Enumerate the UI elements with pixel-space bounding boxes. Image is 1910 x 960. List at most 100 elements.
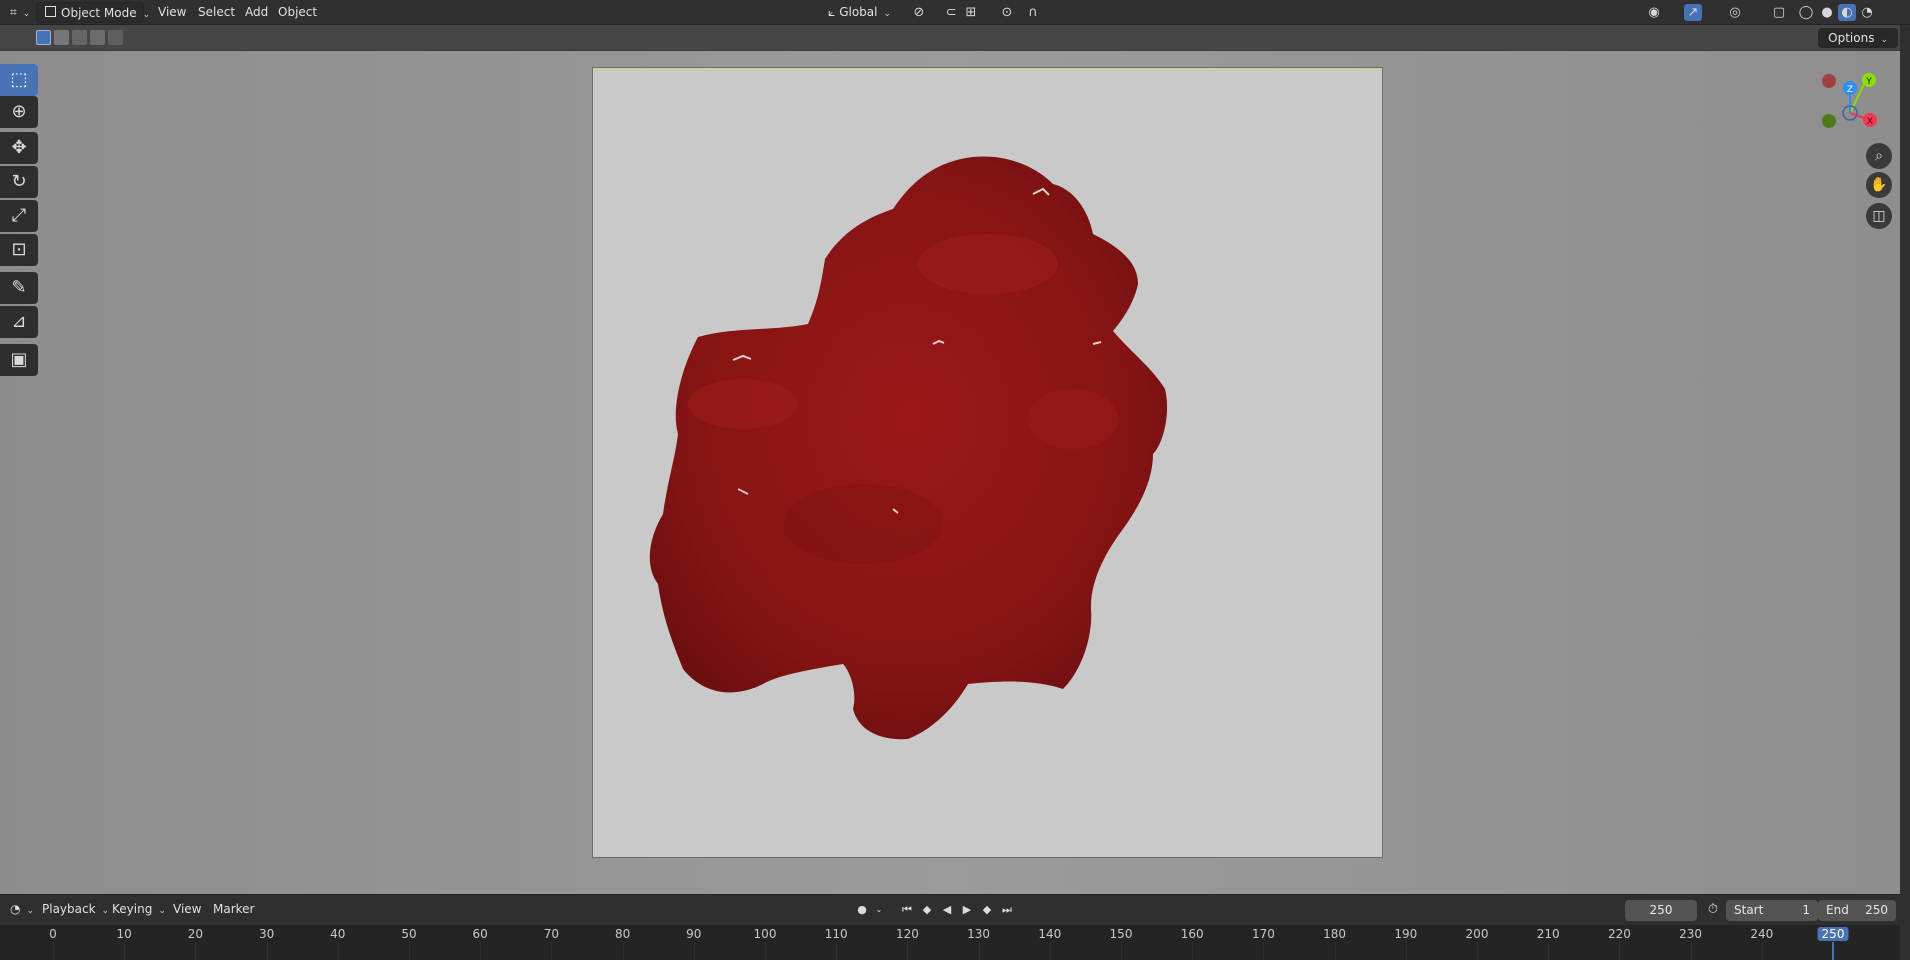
timeline-tick-label: 90: [686, 927, 702, 941]
keying-label: Keying: [112, 902, 153, 916]
y-axis-label: Y: [1865, 77, 1872, 87]
menu-marker[interactable]: Marker: [205, 899, 262, 920]
timeline-tick-label: 10: [116, 927, 132, 941]
snap-icon[interactable]: ⊂: [942, 4, 960, 21]
timeline-tick-label: 160: [1180, 927, 1204, 941]
annotate-icon[interactable]: ✎: [0, 272, 38, 304]
move-icon[interactable]: ✥: [0, 132, 38, 164]
options-label: Options: [1828, 31, 1875, 45]
playhead-line[interactable]: [1832, 942, 1834, 960]
pan-hand-icon[interactable]: ✋: [1866, 172, 1892, 198]
timeline-tick-line: [1334, 942, 1336, 960]
visibility-icon[interactable]: ◉: [1645, 4, 1663, 21]
menu-keying[interactable]: Keying ⌄: [104, 899, 174, 920]
select-subtract-icon[interactable]: [72, 30, 87, 45]
camera-frame: [593, 68, 1382, 857]
jump-end-icon[interactable]: ⏭: [998, 901, 1016, 919]
chevron-down-icon: ⌄: [142, 10, 151, 20]
rotate-icon[interactable]: ↻: [0, 166, 38, 198]
red-blob-object[interactable]: [593, 69, 1382, 858]
select-box-icon[interactable]: ⬚: [0, 64, 38, 96]
timeline-tick-line: [53, 942, 54, 960]
prev-keyframe-icon[interactable]: ◆: [918, 901, 936, 919]
rendered-shading-icon[interactable]: ◔: [1858, 4, 1876, 21]
timeline-tick-line: [409, 942, 410, 960]
playhead-marker[interactable]: 250: [1817, 927, 1849, 941]
transform-icon[interactable]: ⊡: [0, 234, 38, 266]
menu-timeline-view[interactable]: View: [165, 899, 209, 920]
options-button[interactable]: Options ⌄: [1818, 28, 1898, 48]
timeline-tick-line: [337, 942, 339, 960]
timeline-tick-line: [765, 942, 766, 960]
auto-keying-icon[interactable]: ●: [853, 901, 871, 919]
timeline-tick-label: 170: [1251, 927, 1275, 941]
chevron-down-icon[interactable]: ⌄: [870, 901, 888, 919]
scale-icon[interactable]: ⤢: [0, 200, 38, 232]
start-frame-field[interactable]: Start 1: [1726, 900, 1818, 921]
snap-target-icon[interactable]: ⊞: [962, 4, 980, 21]
timeline-tick-line: [1690, 942, 1692, 960]
editor-type-button[interactable]: ⌗ ⌄: [2, 2, 38, 23]
jump-start-icon[interactable]: ⏮: [898, 901, 916, 919]
timeline-tick-line: [978, 942, 980, 960]
timeline-tick-line: [1761, 942, 1763, 960]
timeline-tick-label: 180: [1323, 927, 1347, 941]
timeline-tick-label: 240: [1750, 927, 1774, 941]
camera-view-icon[interactable]: ◫: [1866, 203, 1892, 229]
select-extend-icon[interactable]: [54, 30, 69, 45]
menu-select[interactable]: Select: [190, 2, 243, 23]
timeline-tick-label: 60: [472, 927, 488, 941]
overlays-icon[interactable]: ◎: [1726, 4, 1744, 21]
mode-label: Object Mode: [61, 6, 137, 20]
timeline-tick-label: 210: [1536, 927, 1560, 941]
current-frame-field[interactable]: 250: [1625, 900, 1697, 921]
zoom-icon[interactable]: ⌕: [1866, 143, 1892, 169]
chevron-down-icon: ⌄: [22, 9, 31, 19]
start-value: 1: [1802, 903, 1810, 917]
timeline-tick-label: 130: [967, 927, 991, 941]
neg-y-axis-icon[interactable]: [1822, 114, 1836, 128]
timeline-tick-line: [551, 942, 553, 960]
pivot-point-icon[interactable]: ⊘: [910, 4, 928, 21]
timeline-tick-line: [480, 942, 482, 960]
cursor-icon[interactable]: ⊕: [0, 96, 38, 128]
play-reverse-icon[interactable]: ◀: [938, 901, 956, 919]
mode-dropdown[interactable]: Object Mode ⌄: [36, 2, 150, 23]
menu-object[interactable]: Object: [270, 2, 325, 23]
measure-icon[interactable]: ⊿: [0, 306, 38, 338]
x-axis-label: X: [1867, 117, 1873, 127]
stopwatch-icon[interactable]: ⏱: [1704, 901, 1722, 919]
start-label: Start: [1734, 903, 1764, 917]
transform-orientation-dropdown[interactable]: ⟀ Global ⌄: [820, 2, 902, 23]
play-icon[interactable]: ▶: [958, 901, 976, 919]
select-new-icon[interactable]: [36, 30, 51, 45]
timeline-tick-label: 80: [614, 927, 631, 941]
timeline-tick-label: 220: [1607, 927, 1631, 941]
wireframe-shading-icon[interactable]: ◯: [1797, 4, 1815, 21]
falloff-icon[interactable]: ∩: [1024, 4, 1042, 21]
select-invert-icon[interactable]: [90, 30, 105, 45]
material-preview-icon[interactable]: ◐: [1838, 4, 1856, 21]
add-cube-icon[interactable]: ▣: [0, 344, 38, 376]
timeline-tick-line: [1263, 942, 1265, 960]
proportional-editing-icon[interactable]: ⊙: [998, 4, 1016, 21]
timeline-tick-label: 140: [1038, 927, 1062, 941]
editor-type-icon: ⌗: [10, 5, 17, 19]
timeline-tick-label: 230: [1679, 927, 1703, 941]
navigation-gizmo[interactable]: X Y Z: [1800, 68, 1880, 138]
region-divider: [1900, 25, 1910, 960]
menu-view[interactable]: View: [150, 2, 194, 23]
chevron-down-icon: ⌄: [883, 9, 892, 19]
timeline-tick-line: [1405, 942, 1407, 960]
end-frame-field[interactable]: End 250: [1818, 900, 1896, 921]
timeline-tick-line: [622, 942, 624, 960]
neg-x-axis-icon[interactable]: [1822, 74, 1836, 88]
timeline-ruler[interactable]: 0 10 20 30 40 50 60 70 80 90 100 110 120 130 140 150 160…: [0, 925, 1900, 960]
select-intersect-icon[interactable]: [108, 30, 123, 45]
orientation-label: Global: [839, 5, 878, 19]
xray-icon[interactable]: ▢: [1770, 4, 1788, 21]
timeline-tick-label: 200: [1465, 927, 1489, 941]
gizmo-toggle-icon[interactable]: ↗: [1684, 4, 1702, 21]
solid-shading-icon[interactable]: ●: [1818, 4, 1836, 21]
next-keyframe-icon[interactable]: ◆: [978, 901, 996, 919]
